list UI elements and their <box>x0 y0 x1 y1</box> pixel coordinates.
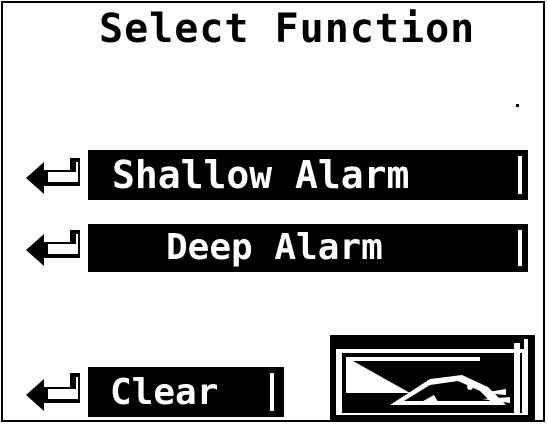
screen-title: Select Function <box>99 6 476 52</box>
button-edge <box>518 230 522 266</box>
menu-item-deep-alarm[interactable]: Deep Alarm <box>22 222 534 272</box>
fish-view-button[interactable] <box>330 335 535 420</box>
pixel-speck <box>516 104 519 107</box>
fish-icon <box>330 335 535 420</box>
button-edge <box>518 156 522 194</box>
button-edge <box>270 373 274 411</box>
menu-item-clear[interactable]: Clear <box>22 363 292 419</box>
deep-alarm-button[interactable]: Deep Alarm <box>88 224 528 272</box>
clear-label: Clear <box>110 372 219 413</box>
menu-item-shallow-alarm[interactable]: Shallow Alarm <box>22 148 534 200</box>
deep-alarm-label: Deep Alarm <box>166 227 383 268</box>
clear-button[interactable]: Clear <box>88 367 284 417</box>
shallow-alarm-label: Shallow Alarm <box>112 153 410 197</box>
shallow-alarm-button[interactable]: Shallow Alarm <box>88 150 528 200</box>
